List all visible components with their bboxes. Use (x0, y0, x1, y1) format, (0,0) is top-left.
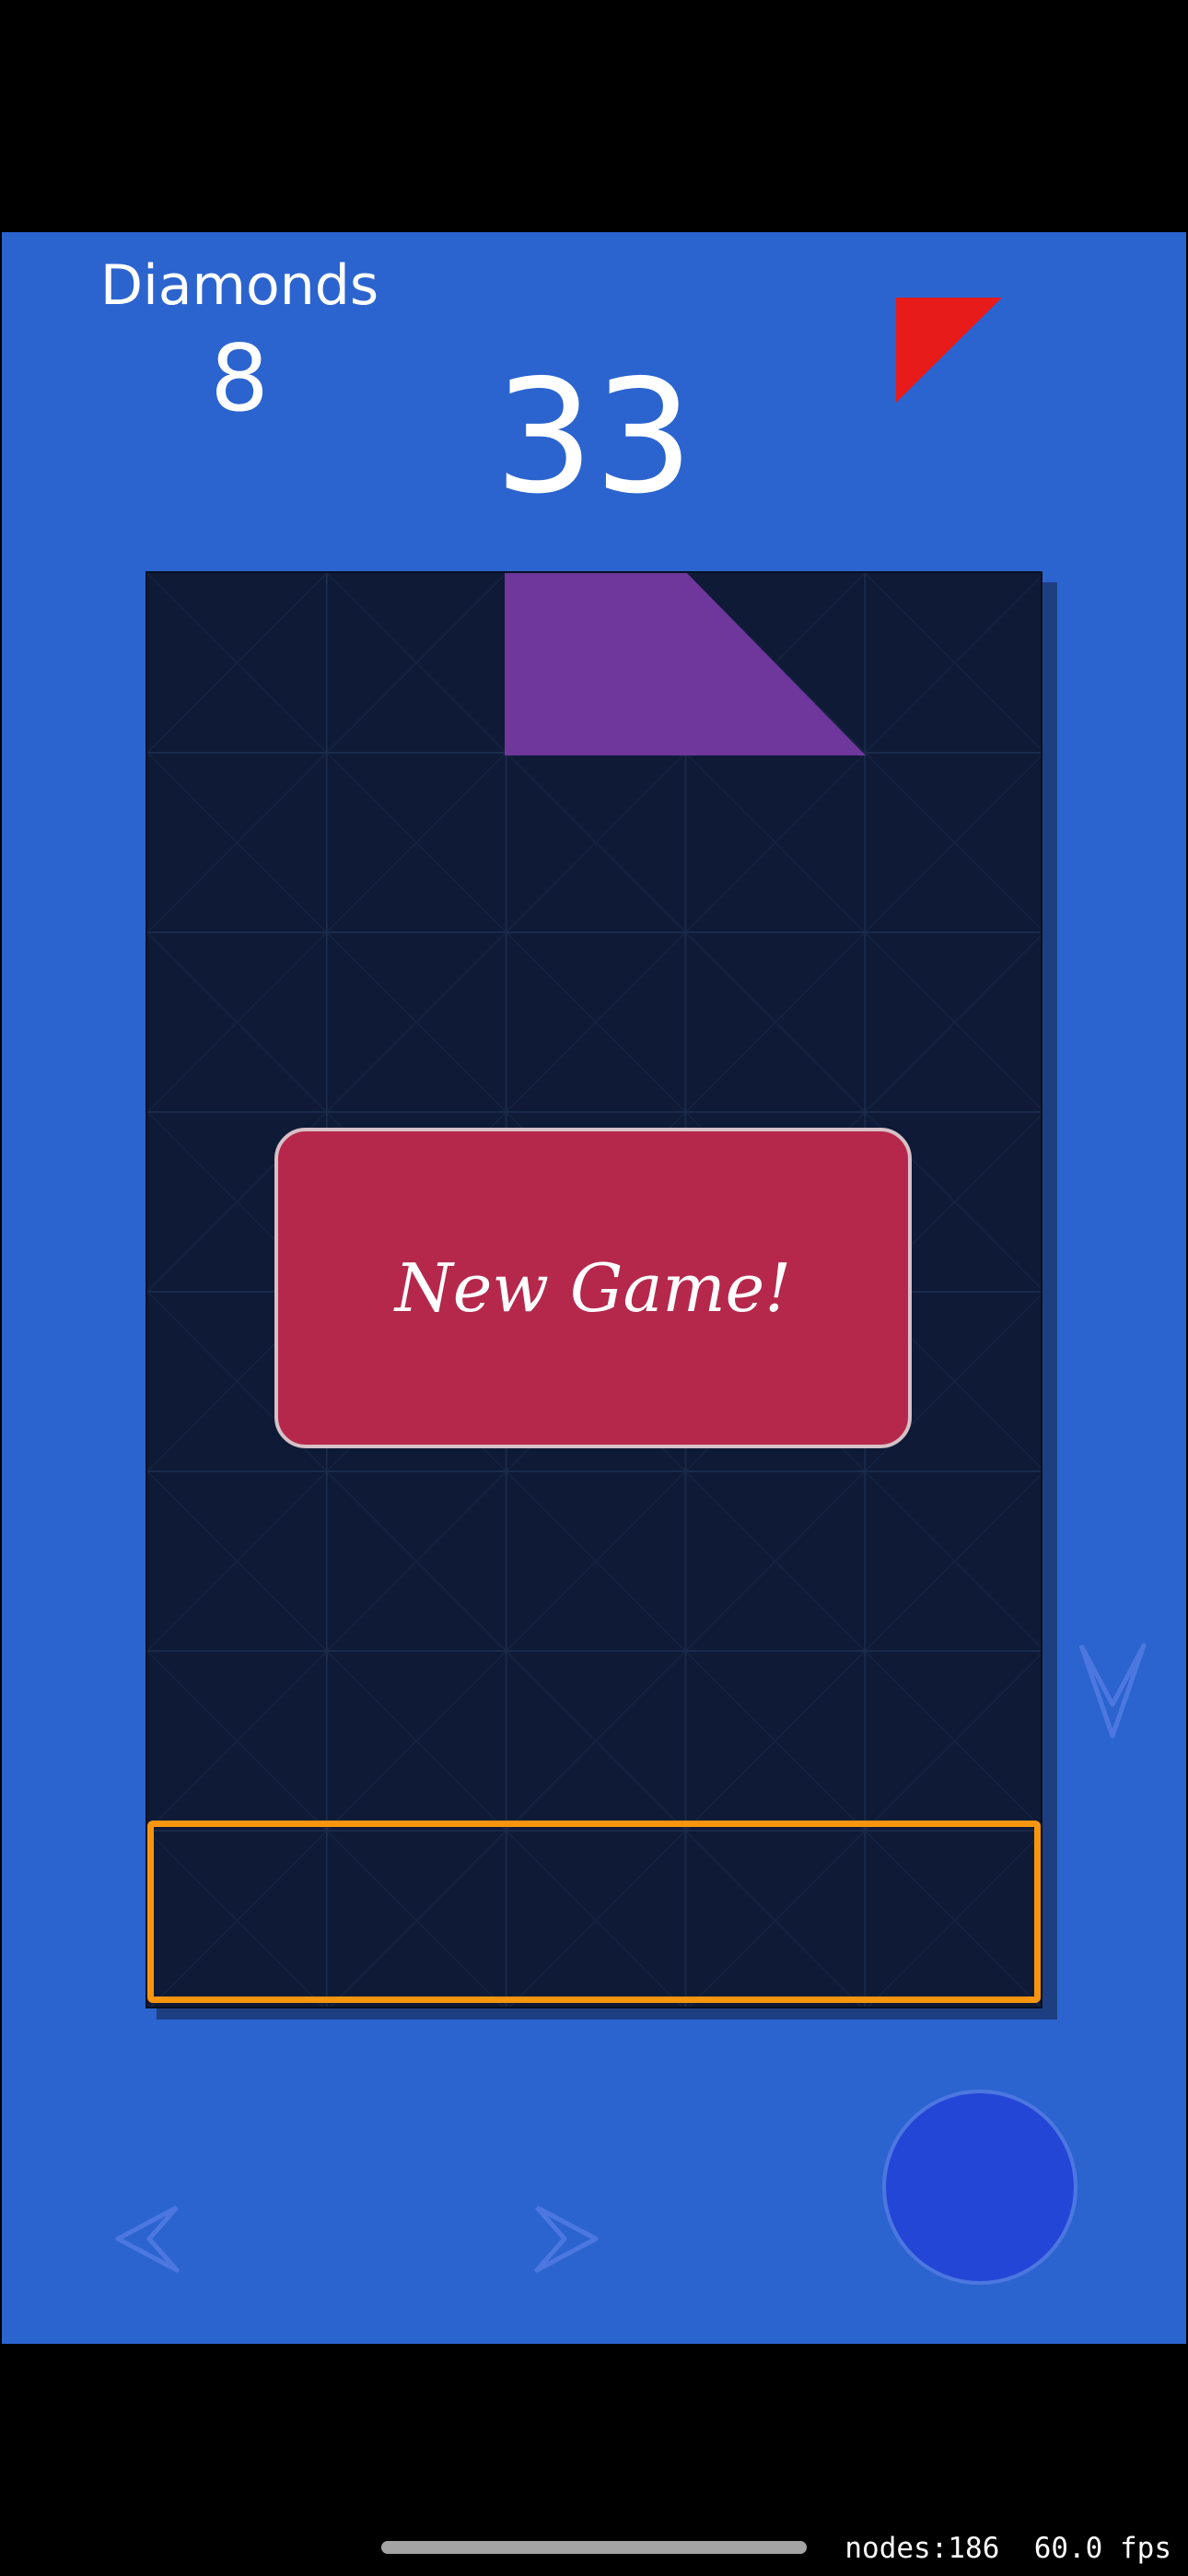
rotate-button[interactable] (882, 2090, 1077, 2285)
next-piece-shape (896, 298, 1002, 403)
trapezoid-piece-shape (505, 573, 866, 755)
falling-piece (505, 573, 866, 755)
timer-value: 33 (494, 346, 694, 529)
diamonds-count: 8 (210, 324, 269, 432)
screen: Diamonds 8 33 New Game! nodes:186 60.0 f… (0, 0, 1188, 2576)
new-game-button[interactable]: New Game! (274, 1128, 912, 1448)
drop-zone (147, 1821, 1041, 2003)
home-indicator[interactable] (381, 2541, 807, 2554)
debug-stats: nodes:186 60.0 fps (844, 2532, 1171, 2565)
chevron-left-icon[interactable] (111, 2202, 193, 2276)
chevron-right-icon[interactable] (520, 2202, 603, 2276)
chevron-down-icon[interactable] (1076, 1640, 1149, 1741)
red-triangle-icon (896, 298, 1002, 403)
diamonds-label: Diamonds (99, 253, 379, 318)
